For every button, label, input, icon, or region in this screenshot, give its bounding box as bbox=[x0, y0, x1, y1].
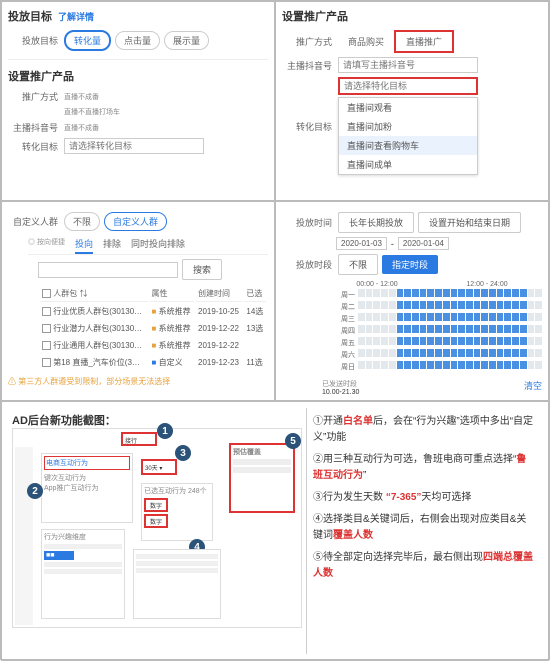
notes-panel: ①开通白名单后，会在“行为兴趣”选项中多出“自定义”功能②用三种互动行为可选，鲁… bbox=[307, 408, 542, 654]
table-row[interactable]: 行业潜力人群包(30130…■ 系统推荐2019-12-2213选 bbox=[40, 321, 266, 336]
table-row[interactable]: 第18 直播_汽车价位(3…■ 自定义2019-12-2311选 bbox=[40, 355, 266, 370]
badge-3: 3 bbox=[175, 445, 191, 461]
search-btn[interactable]: 搜索 bbox=[182, 259, 222, 280]
dd-watch[interactable]: 直播间观看 bbox=[339, 98, 477, 117]
account-input[interactable] bbox=[338, 57, 478, 73]
audience-panel: 自定义人群 不限 自定义人群 ◎ 按向便捷 投向 排除 同时投向排除 搜索 人群… bbox=[1, 201, 275, 401]
custom-audience[interactable]: 自定义人群 bbox=[104, 212, 167, 231]
opt-click[interactable]: 点击量 bbox=[115, 31, 160, 50]
cb5-panel: 预估覆盖 bbox=[229, 443, 295, 513]
schedule-panel: 投放时间 长年长期投放 设置开始和结束日期 2020-01-03 - 2020-… bbox=[275, 201, 549, 401]
cb4-panel: 已选互动行为 248个 数字 数字 bbox=[141, 483, 213, 541]
date-to[interactable]: 2020-01-04 bbox=[398, 237, 449, 250]
table-row[interactable]: 行业优质人群包(30130…■ 系统推荐2019-10-2514选 bbox=[40, 304, 266, 319]
goal-dropdown[interactable] bbox=[338, 77, 478, 95]
dd-order[interactable]: 直播间成单 bbox=[339, 155, 477, 174]
tab-exclude[interactable]: 排除 bbox=[103, 235, 121, 254]
badge-2: 2 bbox=[27, 483, 43, 499]
cb2-panel: 电商互动行为 键次互动行为 App推广互动行为 bbox=[41, 453, 133, 523]
screenshot-panel: AD后台新功能截图： 接行 1 电商互动行为 键次互动行为 App推广互动行为 … bbox=[1, 401, 549, 661]
product-title: 设置推广产品 bbox=[8, 68, 268, 84]
warn-text: ⚠ 第三方人群遵受到限制，部分场景无法选择 bbox=[8, 376, 268, 387]
cb3: 30天 ▾ bbox=[141, 459, 177, 475]
audience-search[interactable] bbox=[38, 262, 178, 278]
goal-menu: 直播间观看 直播间加粉 直播间查看购物车 直播间成单 bbox=[338, 97, 478, 175]
ad-screenshot: 接行 1 电商互动行为 键次互动行为 App推广互动行为 2 30天 ▾ 3 已… bbox=[12, 428, 302, 628]
tab-both[interactable]: 同时投向排除 bbox=[131, 235, 185, 254]
goal-panel: 投放目标了解详情 投放目标 转化量 点击量 展示量 设置推广产品 推广方式直播不… bbox=[1, 1, 275, 201]
specific-period[interactable]: 指定时段 bbox=[382, 255, 438, 274]
dd-follow[interactable]: 直播间加粉 bbox=[339, 117, 477, 136]
cb1: 接行 bbox=[121, 432, 157, 446]
tab-goods[interactable]: 商品购买 bbox=[338, 32, 394, 51]
badge-1: 1 bbox=[157, 423, 173, 439]
goal-row: 投放目标 转化量 点击量 展示量 bbox=[8, 30, 268, 51]
audience-table: 人群包 ⇅属性创建时间已选 行业优质人群包(30130…■ 系统推荐2019-1… bbox=[38, 284, 268, 372]
opt-conversion[interactable]: 转化量 bbox=[64, 30, 111, 51]
detail-link[interactable]: 了解详情 bbox=[58, 12, 94, 22]
audience-tabs: ◎ 按向便捷 投向 排除 同时投向排除 bbox=[28, 235, 268, 255]
goal-title: 投放目标了解详情 bbox=[8, 8, 268, 24]
tab-target[interactable]: 投向 bbox=[75, 235, 93, 254]
schedule-grid[interactable]: 周一周二周三周四周五周六周日 bbox=[322, 289, 542, 373]
tab-live[interactable]: 直播推广 bbox=[394, 30, 454, 53]
badge-5: 5 bbox=[285, 433, 301, 449]
clear-link[interactable]: 清空 bbox=[524, 379, 542, 396]
table-row[interactable]: 行业通用人群包(30130…■ 系统推荐2019-12-22 bbox=[40, 338, 266, 353]
product-panel: 设置推广产品 推广方式 商品购买 直播推广 主播抖音号 转化目标 直播间观看 直… bbox=[275, 1, 549, 201]
goal-select[interactable] bbox=[64, 138, 204, 154]
dd-cart[interactable]: 直播间查看购物车 bbox=[339, 136, 477, 155]
opt-impression[interactable]: 展示量 bbox=[164, 31, 209, 50]
date-from[interactable]: 2020-01-03 bbox=[336, 237, 387, 250]
